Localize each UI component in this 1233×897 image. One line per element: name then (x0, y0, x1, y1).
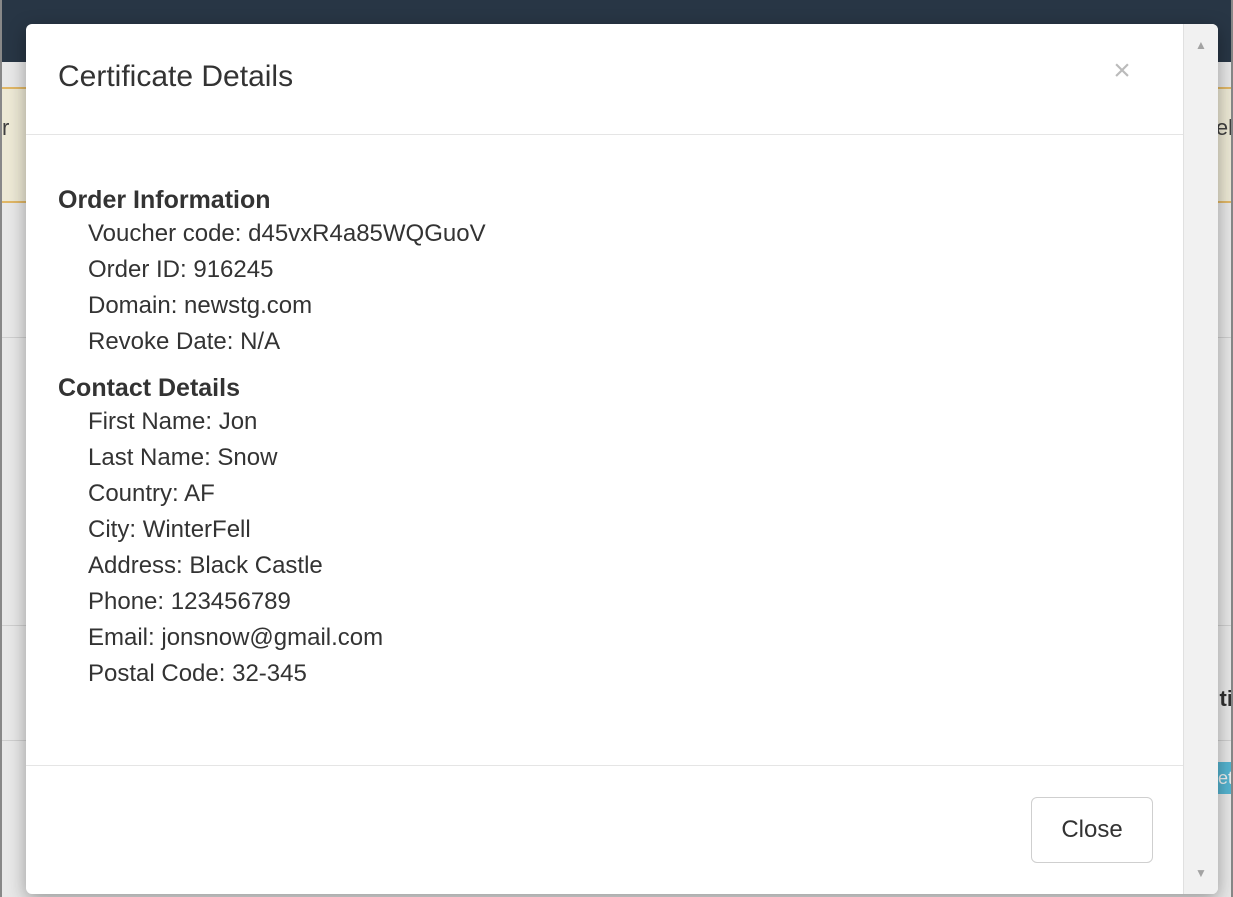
detail-value: N/A (240, 328, 281, 355)
detail-value: Snow (217, 444, 278, 471)
modal-footer: Close (26, 765, 1183, 894)
list-item: CityWinterFell (58, 512, 1158, 548)
detail-value: Black Castle (189, 552, 323, 579)
detail-value: newstg.com (184, 292, 313, 319)
contact-details-title: Contact Details (58, 374, 240, 402)
list-item: Last NameSnow (58, 440, 1158, 476)
detail-value: jonsnow@gmail.com (161, 624, 384, 651)
detail-label: City (88, 516, 143, 543)
detail-label: Address (88, 552, 189, 579)
window-frame-left (0, 0, 2, 897)
certificate-details-modal: Certificate Details × Order Information … (26, 24, 1218, 894)
list-item: Postal Code32-345 (58, 656, 1158, 692)
detail-label: First Name (88, 408, 219, 435)
modal-body: Order Information Voucher coded45vxR4a85… (58, 184, 1158, 704)
close-icon[interactable]: × (1110, 56, 1134, 86)
detail-label: Order ID (88, 256, 193, 283)
detail-label: Email (88, 624, 161, 651)
detail-value: Jon (218, 408, 258, 435)
list-item: Order ID916245 (58, 252, 1158, 288)
list-item: Phone123456789 (58, 584, 1158, 620)
scroll-up-arrow-icon[interactable]: ▲ (1184, 30, 1218, 60)
contact-details-list: First NameJon Last NameSnow CountryAF Ci… (58, 404, 1158, 692)
list-item: Emailjonsnow@gmail.com (58, 620, 1158, 656)
modal-header: Certificate Details × (26, 24, 1183, 135)
vertical-scrollbar[interactable]: ▲ ▼ (1183, 24, 1218, 894)
scroll-down-arrow-icon[interactable]: ▼ (1184, 858, 1218, 888)
scroll-thumb[interactable] (1189, 62, 1213, 856)
detail-label: Domain (88, 292, 184, 319)
detail-value: AF (184, 480, 215, 507)
list-item: Revoke DateN/A (58, 324, 1158, 360)
list-item: Domainnewstg.com (58, 288, 1158, 324)
list-item: First NameJon (58, 404, 1158, 440)
detail-value: 32-345 (232, 660, 307, 687)
detail-label: Revoke Date (88, 328, 240, 355)
detail-label: Voucher code (88, 220, 248, 247)
order-information-list: Voucher coded45vxR4a85WQGuoV Order ID916… (58, 216, 1158, 360)
detail-label: Country (88, 480, 184, 507)
detail-value: 916245 (193, 256, 274, 283)
list-item: CountryAF (58, 476, 1158, 512)
detail-value: d45vxR4a85WQGuoV (248, 220, 486, 247)
list-item: Voucher coded45vxR4a85WQGuoV (58, 216, 1158, 252)
list-item: AddressBlack Castle (58, 548, 1158, 584)
detail-label: Postal Code (88, 660, 232, 687)
order-information-title: Order Information (58, 186, 271, 214)
modal-title: Certificate Details (58, 60, 294, 93)
detail-value: WinterFell (142, 516, 251, 543)
detail-value: 123456789 (170, 588, 291, 615)
detail-label: Last Name (88, 444, 217, 471)
close-button[interactable]: Close (1031, 797, 1153, 863)
detail-label: Phone (88, 588, 171, 615)
